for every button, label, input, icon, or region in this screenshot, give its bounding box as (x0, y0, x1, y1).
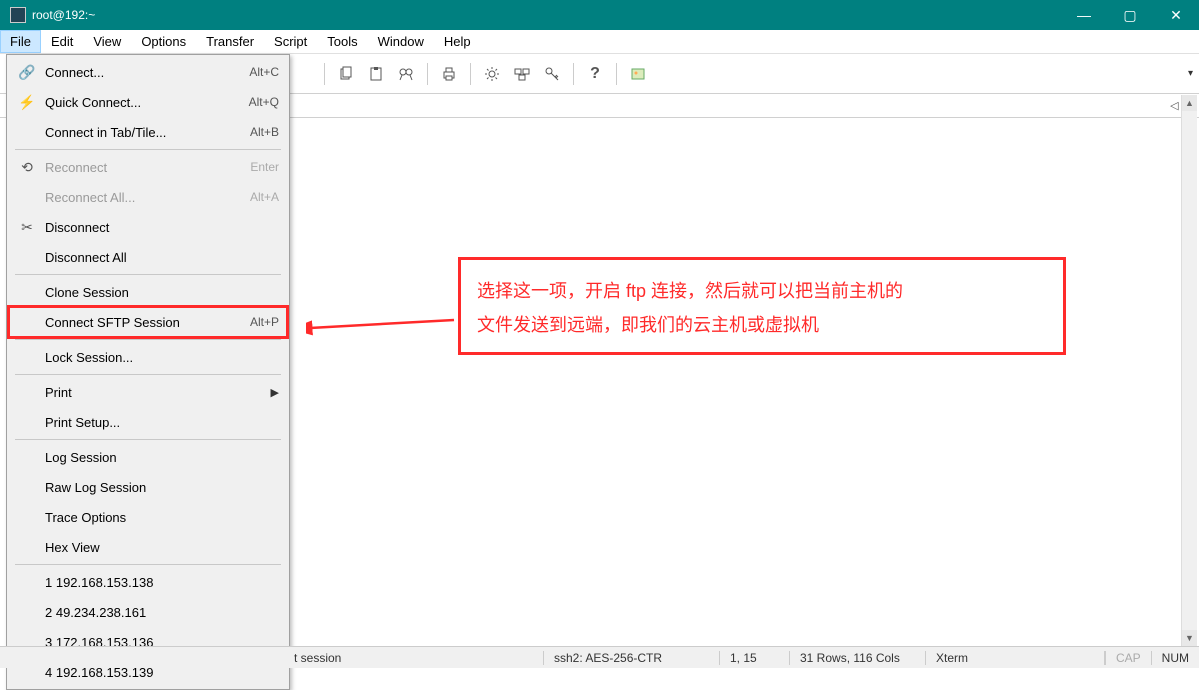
menu-separator (15, 274, 281, 275)
menu-clone-session[interactable]: Clone Session (9, 277, 287, 307)
lightning-icon: ⚡ (17, 94, 37, 111)
tab-scroll-left-icon[interactable]: ◁ (1170, 99, 1178, 112)
refresh-icon: ⟲ (17, 159, 37, 176)
menu-connect-sftp[interactable]: Connect SFTP SessionAlt+P (9, 307, 287, 337)
toolbar-separator (616, 63, 617, 85)
menu-file[interactable]: File (0, 30, 41, 53)
menu-separator (15, 149, 281, 150)
sessions-icon[interactable] (509, 61, 535, 87)
window-titlebar: root@192:~ — ▢ ✕ (0, 0, 1199, 30)
annotation-line1: 选择这一项，开启 ftp 连接，然后就可以把当前主机的 (477, 274, 1047, 308)
menu-separator (15, 439, 281, 440)
key-icon[interactable] (539, 61, 565, 87)
annotation-arrow-icon (306, 318, 456, 338)
scroll-up-icon[interactable]: ▲ (1182, 95, 1197, 111)
annotation-box: 选择这一项，开启 ftp 连接，然后就可以把当前主机的 文件发送到远端，即我们的… (458, 257, 1066, 355)
toolbar-separator (470, 63, 471, 85)
menu-raw-log-session[interactable]: Raw Log Session (9, 472, 287, 502)
menu-options[interactable]: Options (131, 30, 196, 53)
menu-tools[interactable]: Tools (317, 30, 367, 53)
paste-icon[interactable] (363, 61, 389, 87)
menu-recent-1[interactable]: 1 192.168.153.138 (9, 567, 287, 597)
menu-separator (15, 339, 281, 340)
print-icon[interactable] (436, 61, 462, 87)
menubar: File Edit View Options Transfer Script T… (0, 30, 1199, 54)
menu-disconnect-all[interactable]: Disconnect All (9, 242, 287, 272)
menu-quick-connect[interactable]: ⚡Quick Connect...Alt+Q (9, 87, 287, 117)
menu-recent-2[interactable]: 2 49.234.238.161 (9, 597, 287, 627)
broken-link-icon: ✂ (17, 219, 37, 236)
status-bar: t session ssh2: AES-256-CTR 1, 15 31 Row… (0, 646, 1199, 668)
menu-hex-view[interactable]: Hex View (9, 532, 287, 562)
copy-icon[interactable] (333, 61, 359, 87)
toolbar-separator (573, 63, 574, 85)
window-title: root@192:~ (32, 8, 1061, 22)
menu-view[interactable]: View (83, 30, 131, 53)
status-dimensions: 31 Rows, 116 Cols (790, 651, 926, 665)
menu-lock-session[interactable]: Lock Session... (9, 342, 287, 372)
submenu-arrow-icon: ▶ (271, 386, 279, 399)
app-icon (10, 7, 26, 23)
link-icon: 🔗 (17, 64, 37, 81)
vertical-scrollbar[interactable]: ▲ ▼ (1181, 95, 1197, 646)
menu-reconnect-all: Reconnect All...Alt+A (9, 182, 287, 212)
menu-edit[interactable]: Edit (41, 30, 83, 53)
find-icon[interactable] (393, 61, 419, 87)
settings-icon[interactable] (479, 61, 505, 87)
menu-script[interactable]: Script (264, 30, 317, 53)
window-maximize-button[interactable]: ▢ (1107, 0, 1153, 30)
status-protocol: ssh2: AES-256-CTR (544, 651, 720, 665)
menu-connect[interactable]: 🔗Connect...Alt+C (9, 57, 287, 87)
status-cap: CAP (1105, 651, 1151, 665)
menu-window[interactable]: Window (368, 30, 434, 53)
help-icon[interactable]: ? (582, 61, 608, 87)
menu-separator (15, 374, 281, 375)
menu-help[interactable]: Help (434, 30, 481, 53)
window-minimize-button[interactable]: — (1061, 0, 1107, 30)
status-num: NUM (1151, 651, 1199, 665)
menu-disconnect[interactable]: ✂Disconnect (9, 212, 287, 242)
menu-separator (15, 564, 281, 565)
toolbar-overflow-icon[interactable]: ▾ (1188, 68, 1193, 79)
status-cursor-pos: 1, 15 (720, 651, 790, 665)
toolbar-separator (324, 63, 325, 85)
menu-print[interactable]: Print▶ (9, 377, 287, 407)
menu-print-setup[interactable]: Print Setup... (9, 407, 287, 437)
menu-transfer[interactable]: Transfer (196, 30, 264, 53)
menu-log-session[interactable]: Log Session (9, 442, 287, 472)
window-close-button[interactable]: ✕ (1153, 0, 1199, 30)
status-term: Xterm (926, 651, 1105, 665)
status-session: t session (0, 651, 544, 665)
scroll-down-icon[interactable]: ▼ (1182, 630, 1197, 646)
file-menu-dropdown: 🔗Connect...Alt+C ⚡Quick Connect...Alt+Q … (6, 54, 290, 690)
image-icon[interactable] (625, 61, 651, 87)
menu-trace-options[interactable]: Trace Options (9, 502, 287, 532)
menu-connect-tab[interactable]: Connect in Tab/Tile...Alt+B (9, 117, 287, 147)
toolbar-separator (427, 63, 428, 85)
annotation-line2: 文件发送到远端，即我们的云主机或虚拟机 (477, 308, 1047, 342)
menu-reconnect: ⟲ReconnectEnter (9, 152, 287, 182)
